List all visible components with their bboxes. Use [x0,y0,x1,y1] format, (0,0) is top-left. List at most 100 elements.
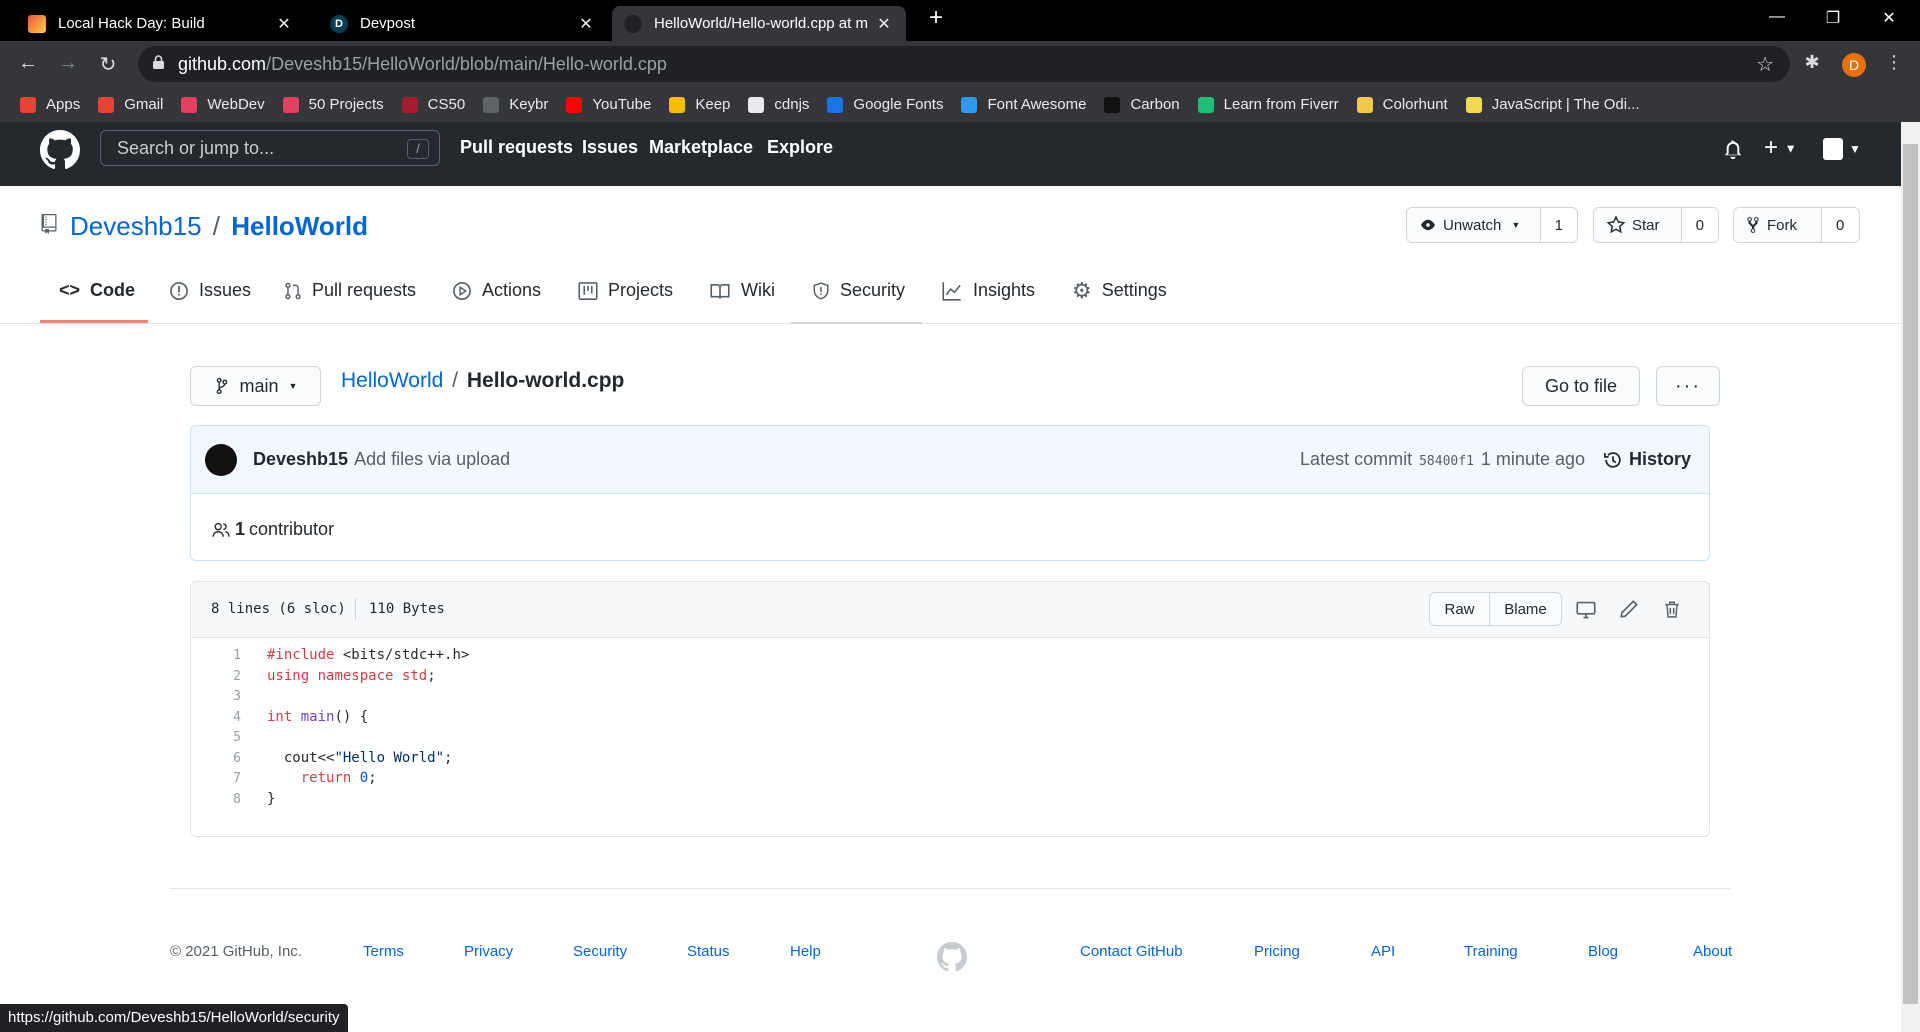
create-new-icon[interactable]: + ▼ [1764,134,1797,162]
close-tab-icon[interactable]: ✕ [874,14,894,34]
bookmark-star-icon[interactable]: ☆ [1756,52,1774,77]
footer-link-status[interactable]: Status [687,943,730,960]
footer-link-training[interactable]: Training [1464,943,1518,960]
star-button[interactable]: Star [1594,208,1682,242]
footer-link-help[interactable]: Help [790,943,821,960]
footer-link-terms[interactable]: Terms [363,943,404,960]
repo-name-link[interactable]: HelloWorld [231,211,368,241]
browser-tab-devpost[interactable]: D Devpost ✕ [318,6,608,41]
footer-link-blog[interactable]: Blog [1588,943,1618,960]
bookmark-item[interactable]: Keep [669,96,730,113]
forward-icon[interactable]: → [54,52,82,75]
commit-author-link[interactable]: Deveshb15 [253,449,348,470]
bookmark-item[interactable]: WebDev [181,96,265,113]
repo-owner-link[interactable]: Deveshb15 [70,211,202,241]
bookmark-favicon-icon [827,96,844,113]
bookmark-item[interactable]: cdnjs [748,96,809,113]
footer-link-api[interactable]: API [1371,943,1395,960]
tab-pull-requests[interactable]: Pull requests [284,280,416,301]
tab-projects[interactable]: Projects [578,280,673,301]
contributors-line[interactable]: 1 contributor [211,519,334,540]
star-icon [1606,216,1626,234]
bookmark-item[interactable]: Carbon [1104,96,1180,113]
footer-link-privacy[interactable]: Privacy [464,943,513,960]
bookmark-item[interactable]: Google Fonts [827,96,943,113]
footer-link-security[interactable]: Security [573,943,627,960]
footer-link-about[interactable]: About [1693,943,1732,960]
raw-button[interactable]: Raw [1430,593,1490,625]
fork-button[interactable]: Fork [1734,208,1822,242]
nav-issues[interactable]: Issues [582,137,638,158]
github-logo-icon[interactable] [40,130,80,170]
bookmark-item[interactable]: 50 Projects [282,96,384,113]
bookmark-favicon-icon [401,96,418,113]
bookmark-item[interactable]: Font Awesome [961,96,1086,113]
bookmark-label: Colorhunt [1382,96,1448,113]
reload-icon[interactable]: ↻ [94,52,122,77]
repo-title: Deveshb15 / HelloWorld [70,211,368,242]
minimize-window-icon[interactable]: — [1754,8,1800,26]
footer-link-pricing[interactable]: Pricing [1254,943,1300,960]
commit-sha-link[interactable]: 58400f1 [1419,454,1474,469]
bookmark-item[interactable]: JavaScript | The Odi... [1465,96,1640,113]
blame-button[interactable]: Blame [1490,593,1561,625]
close-tab-icon[interactable]: ✕ [274,14,294,34]
nav-pull-requests[interactable]: Pull requests [460,137,573,158]
new-tab-icon[interactable]: + [913,4,959,32]
page-scrollbar[interactable] [1901,122,1920,1032]
tab-security[interactable]: Security [812,280,905,301]
bookmark-item[interactable]: YouTube [566,96,651,113]
line-number[interactable]: 8 [191,787,241,812]
browser-tab-github[interactable]: HelloWorld/Hello-world.cpp at m ✕ [612,6,906,41]
bookmark-item[interactable]: Learn from Fiverr [1197,96,1339,113]
bookmark-item[interactable]: Keybr [483,96,548,113]
more-options-button[interactable]: ··· [1656,366,1720,406]
scrollbar-thumb[interactable] [1903,144,1918,1004]
nav-explore[interactable]: Explore [767,137,833,158]
restore-window-icon[interactable]: ❐ [1810,8,1856,28]
commit-author-avatar[interactable] [205,443,237,476]
watch-count[interactable]: 1 [1540,208,1577,242]
tab-code[interactable]: <> Code [59,280,135,301]
star-count[interactable]: 0 [1681,208,1718,242]
history-link[interactable]: History [1603,449,1691,470]
close-tab-icon[interactable]: ✕ [576,14,596,34]
profile-avatar[interactable]: D [1842,53,1866,77]
go-to-file-button[interactable]: Go to file [1522,366,1640,406]
bookmark-item[interactable]: Apps [20,96,80,113]
tab-actions[interactable]: Actions [452,280,541,301]
tab-settings[interactable]: ⚙ Settings [1072,279,1167,301]
desktop-icon[interactable] [1575,600,1597,620]
footer-link-contact[interactable]: Contact GitHub [1080,943,1183,960]
tab-insights[interactable]: Insights [941,280,1035,301]
bookmark-item[interactable]: CS50 [401,96,465,113]
tab-wiki[interactable]: Wiki [709,280,775,301]
browser-menu-icon[interactable]: ⋮ [1880,52,1908,73]
close-window-icon[interactable]: ✕ [1866,8,1912,28]
breadcrumb-repo-link[interactable]: HelloWorld [341,369,443,392]
nav-marketplace[interactable]: Marketplace [649,137,753,158]
tab-label: Wiki [741,280,775,300]
github-favicon-icon [624,14,642,33]
footer-copyright: © 2021 GitHub, Inc. [170,943,302,960]
tab-issues[interactable]: Issues [169,280,251,301]
unwatch-button[interactable]: Unwatch ▼ [1407,208,1541,242]
user-menu-caret-icon[interactable]: ▼ [1849,142,1861,156]
back-icon[interactable]: ← [14,52,42,75]
fork-label: Fork [1767,216,1797,234]
bookmark-item[interactable]: Gmail [98,96,163,113]
github-footer-logo-icon[interactable] [937,942,967,972]
browser-tab-local-hack-day[interactable]: Local Hack Day: Build ✕ [16,6,306,41]
fork-count[interactable]: 0 [1822,208,1859,242]
bookmark-item[interactable]: Colorhunt [1356,96,1448,113]
github-search-input[interactable]: Search or jump to... / [100,130,440,166]
latest-commit-label: Latest commit [1300,449,1413,469]
commit-message-link[interactable]: Add files via upload [354,449,510,470]
address-bar[interactable]: github.com/Deveshb15/HelloWorld/blob/mai… [138,46,1790,82]
notifications-bell-icon[interactable] [1723,138,1743,160]
branch-select-button[interactable]: main ▼ [190,366,321,406]
trash-delete-icon[interactable] [1663,598,1681,620]
pencil-edit-icon[interactable] [1619,599,1639,619]
user-avatar[interactable] [1823,138,1843,160]
extensions-icon[interactable]: ✱ [1798,52,1826,73]
